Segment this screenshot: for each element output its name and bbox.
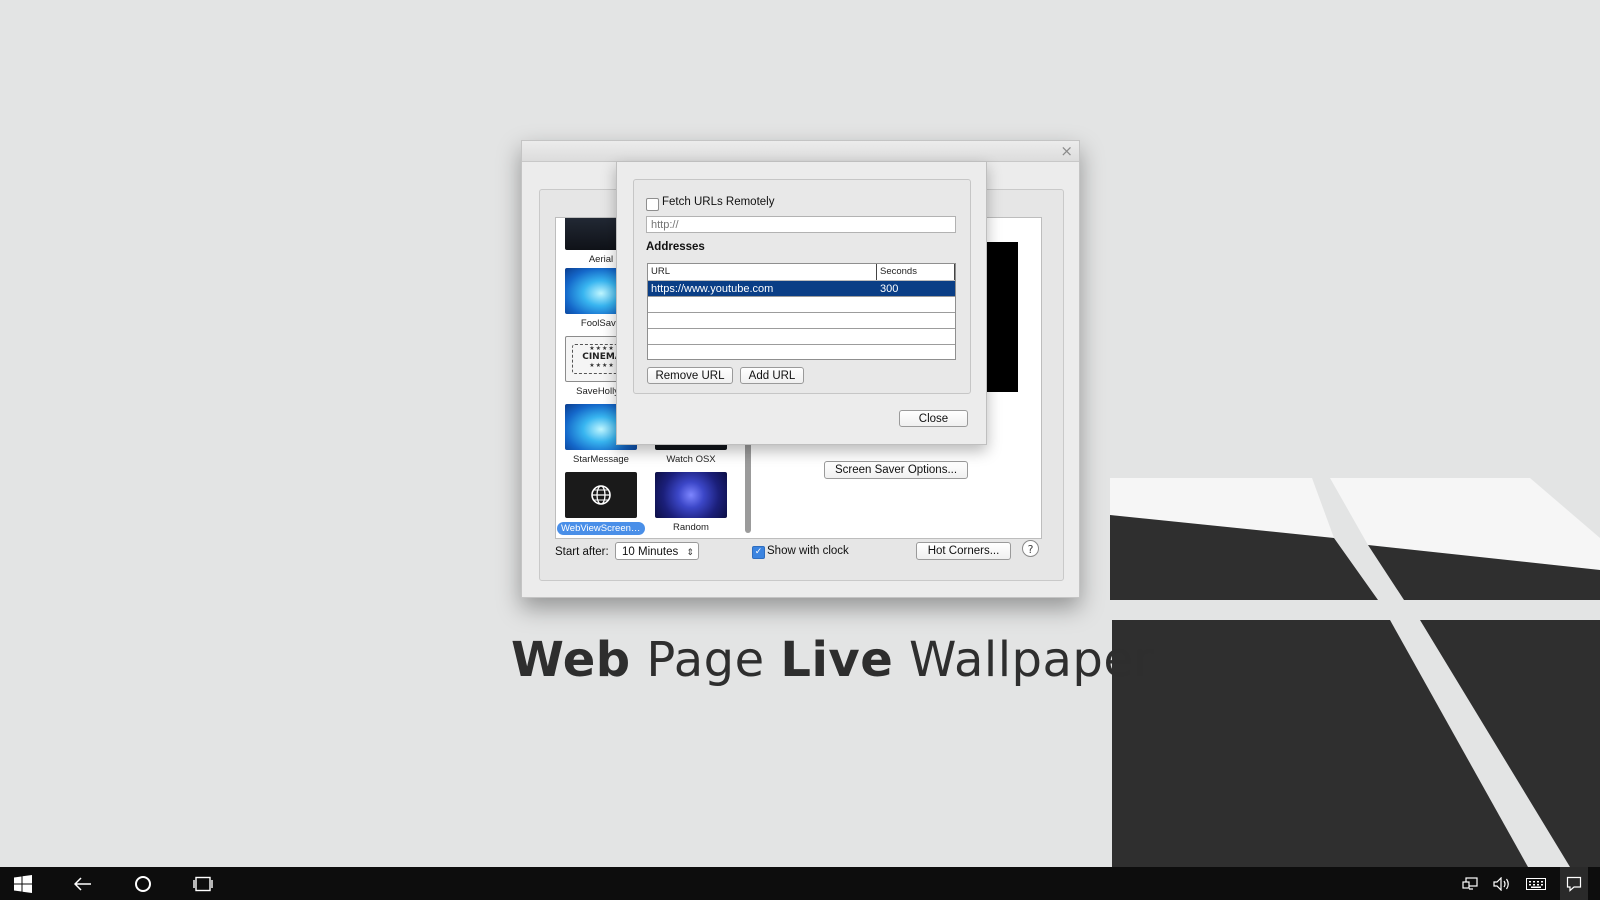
headline-word-page: Page [646, 632, 765, 688]
action-center-icon[interactable] [1560, 867, 1588, 900]
task-view-icon[interactable] [190, 867, 216, 900]
headline-word-live: Live [780, 632, 894, 688]
show-with-clock-label: Show with clock [767, 545, 849, 557]
remote-url-input[interactable] [646, 216, 956, 233]
start-after-value: 10 Minutes [622, 546, 679, 558]
checkmark-icon: ✓ [754, 547, 763, 557]
help-button[interactable]: ? [1022, 540, 1039, 557]
url-settings-sheet: Fetch URLs Remotely Addresses URL Second… [616, 161, 987, 445]
screen-saver-options-button[interactable]: Screen Saver Options... [824, 461, 968, 479]
keyboard-icon[interactable] [1524, 867, 1548, 900]
screensaver-label: StarMessage [573, 454, 629, 465]
column-header-seconds[interactable]: Seconds [880, 266, 917, 277]
windows-start-icon[interactable] [10, 867, 36, 900]
start-after-select[interactable]: 10 Minutes ⇕ [615, 542, 699, 560]
show-with-clock-checkbox[interactable]: ✓ [752, 546, 765, 559]
add-url-button[interactable]: Add URL [740, 367, 804, 384]
close-button[interactable]: Close [899, 410, 968, 427]
remove-url-button[interactable]: Remove URL [647, 367, 733, 384]
screensaver-label: Watch OSX [666, 454, 716, 465]
fetch-urls-remotely-checkbox[interactable] [646, 198, 659, 211]
table-row[interactable]: https://www.youtube.com 300 [648, 281, 955, 297]
back-arrow-icon[interactable] [70, 867, 96, 900]
fetch-urls-remotely-label: Fetch URLs Remotely [662, 196, 775, 208]
cortana-circle-icon[interactable] [130, 867, 156, 900]
seconds-cell: 300 [880, 283, 899, 295]
column-header-url[interactable]: URL [651, 266, 670, 277]
wallpaper-headline: Web Page Live Wallpaper [511, 632, 1154, 688]
table-header: URL Seconds [648, 264, 955, 281]
hot-corners-button[interactable]: Hot Corners... [916, 542, 1011, 560]
addresses-table[interactable]: URL Seconds https://www.youtube.com 300 [647, 263, 956, 360]
close-icon[interactable]: × [1060, 142, 1073, 160]
table-row-empty[interactable] [648, 313, 955, 329]
addresses-heading: Addresses [646, 241, 705, 253]
headline-word-wallpaper: Wallpaper [909, 632, 1154, 688]
table-row-empty[interactable] [648, 297, 955, 313]
volume-icon[interactable] [1492, 867, 1512, 900]
windows-taskbar [0, 867, 1600, 900]
table-row-empty[interactable] [648, 329, 955, 345]
screensaver-label-selected: WebViewScreenS... [557, 522, 645, 535]
screensaver-item-random[interactable]: Random [646, 472, 736, 533]
screensaver-label: Random [673, 522, 709, 533]
url-group-box: Fetch URLs Remotely Addresses URL Second… [633, 179, 971, 394]
webview-thumbnail [565, 472, 637, 518]
url-cell: https://www.youtube.com [651, 283, 774, 295]
window-titlebar[interactable]: × [522, 141, 1079, 162]
network-icon[interactable] [1460, 867, 1480, 900]
updown-arrows-icon: ⇕ [686, 547, 694, 557]
screensaver-item-webviewscreensaver[interactable]: WebViewScreenS... [556, 472, 646, 538]
start-after-label: Start after: [555, 546, 609, 558]
random-spiral-thumbnail [655, 472, 727, 518]
headline-word-web: Web [511, 632, 631, 688]
globe-icon [591, 485, 611, 505]
